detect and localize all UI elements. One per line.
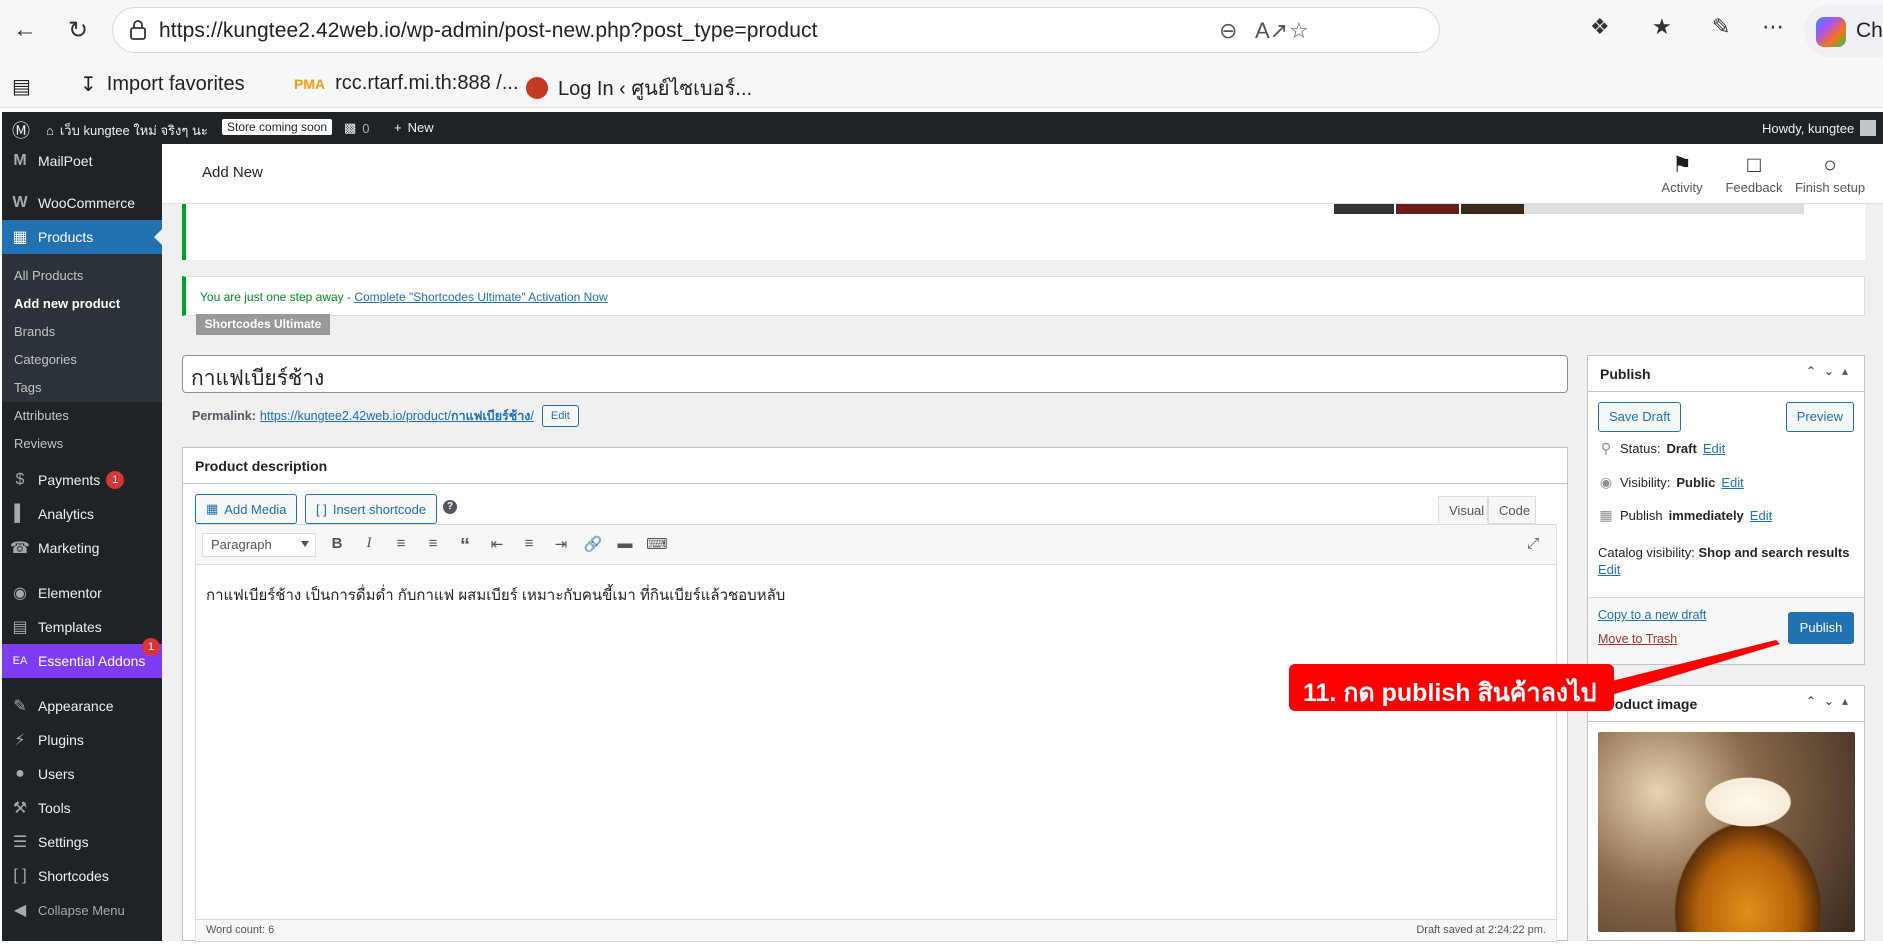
- annotation-arrow: [1600, 640, 1780, 696]
- annotation-callout: 11. กด publish สินค้าลงไป: [1289, 664, 1614, 711]
